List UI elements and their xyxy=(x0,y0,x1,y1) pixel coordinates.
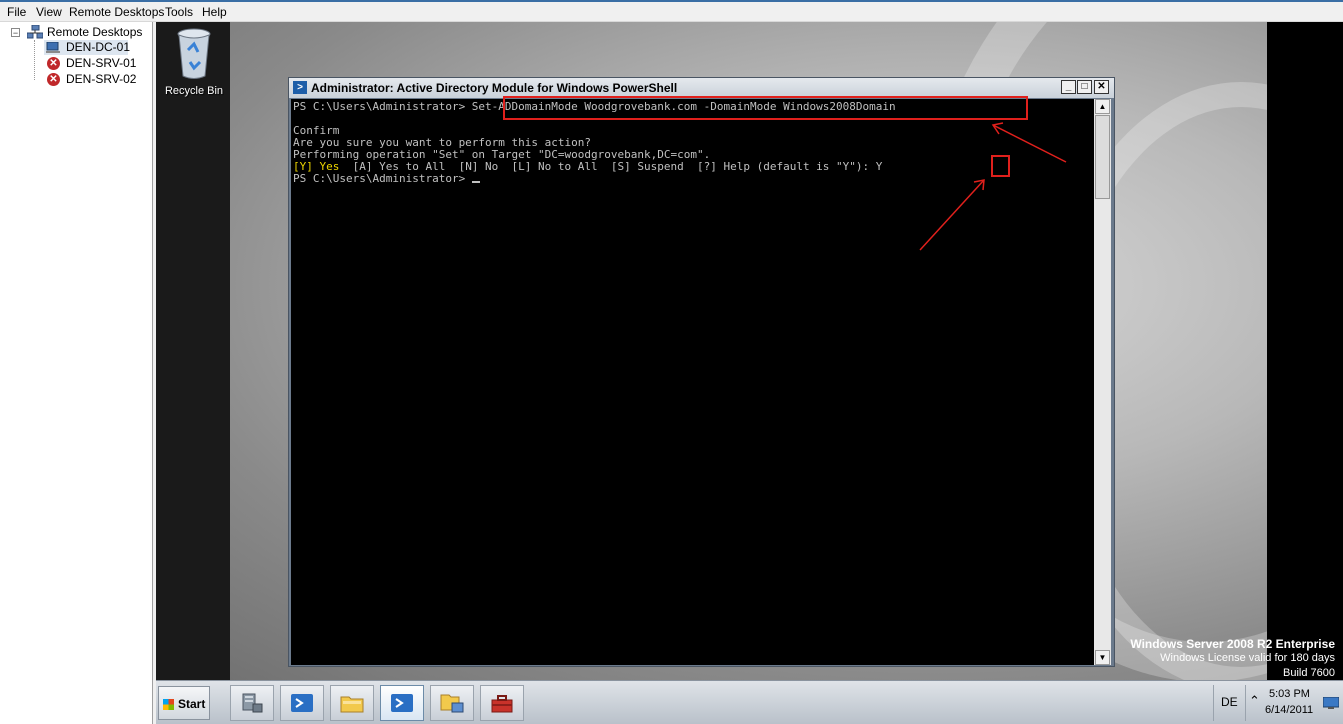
tree-root[interactable]: − Remote Desktops xyxy=(0,25,150,40)
menu-remote-desktops[interactable]: Remote Desktops xyxy=(69,5,164,19)
scroll-up-arrow-icon[interactable]: ▲ xyxy=(1095,99,1110,114)
clock-date[interactable]: 6/14/2011 xyxy=(1265,704,1313,716)
collapse-toggle[interactable]: − xyxy=(11,28,20,38)
windows-flag-icon xyxy=(163,699,174,710)
show-hidden-icons-chevron-icon[interactable]: ⌃ xyxy=(1249,693,1260,709)
taskbar: Start DE ⌃ 5:03 PM 6/14/2011 xyxy=(156,680,1343,724)
computer-icon xyxy=(46,42,60,53)
start-button[interactable]: Start xyxy=(158,686,210,720)
server-manager-icon xyxy=(242,693,263,713)
tray-separator xyxy=(1213,685,1214,721)
prompt-text: PS C:\Users\Administrator> xyxy=(293,172,472,185)
minimize-button[interactable]: _ xyxy=(1061,80,1076,94)
ad-folder-icon xyxy=(440,694,464,713)
tree-node-den-srv-02[interactable]: ✕ DEN-SRV-02 xyxy=(44,72,144,87)
taskbar-server-manager[interactable] xyxy=(230,685,274,721)
taskbar-powershell-pinned[interactable] xyxy=(280,685,324,721)
scroll-down-arrow-icon[interactable]: ▼ xyxy=(1095,650,1110,665)
close-button[interactable]: ✕ xyxy=(1094,80,1109,94)
menu-tools[interactable]: Tools xyxy=(165,5,193,19)
network-computers-icon xyxy=(27,25,43,39)
language-indicator[interactable]: DE xyxy=(1221,695,1238,709)
recycle-bin-label: Recycle Bin xyxy=(164,85,224,97)
folder-icon xyxy=(340,696,364,713)
powershell-icon xyxy=(291,694,313,712)
tray-separator xyxy=(1245,685,1246,721)
show-desktop-icon[interactable] xyxy=(1323,697,1339,709)
annotation-command-box xyxy=(503,96,1028,120)
recycle-bin[interactable]: Recycle Bin xyxy=(163,28,225,100)
taskbar-ad-users[interactable] xyxy=(430,685,474,721)
powershell-icon: > xyxy=(293,81,307,94)
menu-file[interactable]: File xyxy=(7,5,26,19)
tree-node-label: DEN-SRV-02 xyxy=(66,72,137,86)
annotation-arrows xyxy=(919,122,1067,251)
taskbar-toolbox[interactable] xyxy=(480,685,524,721)
desktop-right-margin xyxy=(1267,22,1343,680)
menu-bar: File View Remote Desktops Tools Help xyxy=(0,0,1343,22)
tree-connector xyxy=(34,40,35,80)
powershell-titlebar[interactable]: > Administrator: Active Directory Module… xyxy=(289,78,1114,98)
error-icon: ✕ xyxy=(47,73,60,86)
tree-root-label: Remote Desktops xyxy=(47,25,143,39)
start-label: Start xyxy=(178,697,206,711)
error-icon: ✕ xyxy=(47,57,60,70)
powershell-icon xyxy=(391,694,413,712)
vertical-scrollbar[interactable]: ▲ ▼ xyxy=(1094,99,1111,665)
menu-view[interactable]: View xyxy=(36,5,62,19)
toolbox-icon xyxy=(491,695,513,713)
taskbar-powershell-active[interactable] xyxy=(380,685,424,721)
watermark-license: Windows License valid for 180 days xyxy=(1160,652,1335,664)
watermark-build: Build 7600 xyxy=(1283,667,1335,679)
recycle-bin-icon xyxy=(177,28,211,79)
maximize-button[interactable]: □ xyxy=(1077,80,1092,94)
watermark-edition: Windows Server 2008 R2 Enterprise xyxy=(1130,637,1335,651)
menu-help[interactable]: Help xyxy=(202,5,227,19)
text-cursor xyxy=(471,181,480,183)
tree-node-den-dc-01[interactable]: DEN-DC-01 xyxy=(44,40,131,55)
desktop-dark-strip xyxy=(156,22,230,680)
tree-node-label: DEN-DC-01 xyxy=(66,40,131,54)
tree-node-den-srv-01[interactable]: ✕ DEN-SRV-01 xyxy=(44,56,144,71)
remote-desktops-tree: − Remote Desktops DEN-DC-01 ✕ DEN-SRV-01… xyxy=(0,22,153,724)
taskbar-explorer[interactable] xyxy=(330,685,374,721)
clock-time[interactable]: 5:03 PM xyxy=(1269,688,1310,700)
scroll-thumb[interactable] xyxy=(1095,115,1110,199)
console-line-prompt: PS C:\Users\Administrator> xyxy=(293,173,480,185)
window-title: Administrator: Active Directory Module f… xyxy=(311,81,678,95)
tree-node-label: DEN-SRV-01 xyxy=(66,56,137,70)
